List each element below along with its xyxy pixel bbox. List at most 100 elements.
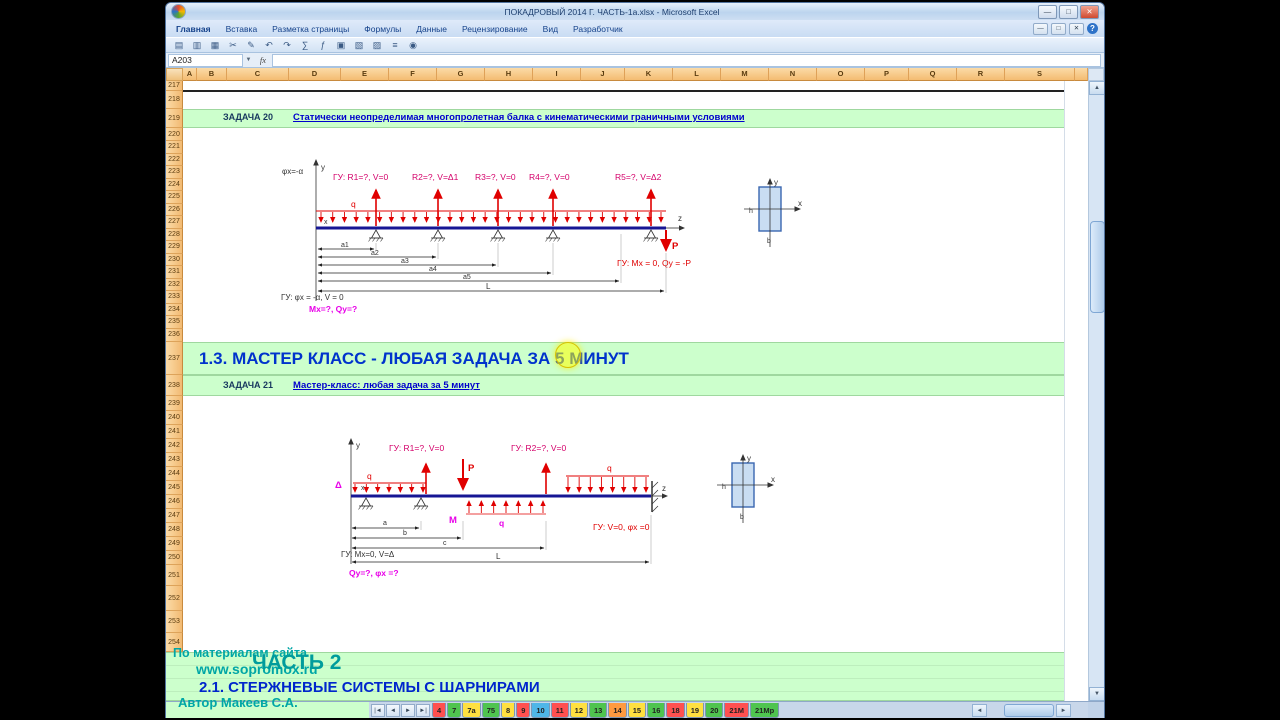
row-header-250[interactable]: 250 [166, 551, 183, 565]
row-header-221[interactable]: 221 [166, 141, 183, 154]
name-box[interactable]: A203 [168, 54, 243, 67]
sheet-nav-3-icon[interactable]: ► [401, 704, 415, 717]
minimize-button[interactable]: — [1038, 5, 1057, 19]
ribbon-tab-8[interactable]: Разработчик [573, 24, 623, 34]
sheet-tab-15[interactable]: 15 [628, 703, 646, 718]
row-header-226[interactable]: 226 [166, 204, 183, 217]
hscroll-left-icon[interactable]: ◄ [972, 704, 987, 717]
workbook-close-button[interactable]: ✕ [1069, 23, 1084, 35]
row-header-233[interactable]: 233 [166, 291, 183, 304]
row-header-236[interactable]: 236 [166, 329, 183, 343]
chart-icon[interactable]: ▧ [352, 39, 366, 52]
ribbon-tab-7[interactable]: Вид [543, 24, 558, 34]
column-header-N[interactable]: N [769, 68, 817, 81]
row-header-224[interactable]: 224 [166, 179, 183, 192]
sheet-tab-18[interactable]: 18 [666, 703, 684, 718]
row-header-232[interactable]: 232 [166, 279, 183, 292]
row-header-230[interactable]: 230 [166, 254, 183, 267]
fx-icon[interactable]: fx [254, 55, 272, 65]
row-header-240[interactable]: 240 [166, 411, 183, 425]
column-header-E[interactable]: E [341, 68, 389, 81]
sheet-tab-14[interactable]: 14 [608, 703, 626, 718]
column-header-G[interactable]: G [437, 68, 485, 81]
row-header-223[interactable]: 223 [166, 166, 183, 179]
scroll-down-icon[interactable]: ▼ [1089, 687, 1105, 701]
sheet-tab-13[interactable]: 13 [589, 703, 607, 718]
column-header-P[interactable]: P [865, 68, 909, 81]
undo-icon[interactable]: ↶ [262, 39, 276, 52]
row-header-220[interactable]: 220 [166, 128, 183, 141]
ribbon-tab-2[interactable]: Вставка [226, 24, 258, 34]
row-header-219[interactable]: 219 [166, 109, 183, 128]
sheet-tab-21М[interactable]: 21М [724, 703, 749, 718]
row-header-239[interactable]: 239 [166, 396, 183, 411]
fill-icon[interactable]: ▨ [370, 39, 384, 52]
ribbon-tab-3[interactable]: Разметка страницы [272, 24, 349, 34]
column-header-C[interactable]: C [227, 68, 289, 81]
column-header-Q[interactable]: Q [909, 68, 957, 81]
row-header-245[interactable]: 245 [166, 481, 183, 495]
column-header-I[interactable]: I [533, 68, 581, 81]
ribbon-tab-1[interactable]: Главная [176, 24, 211, 34]
function-icon[interactable]: ƒ [316, 39, 330, 52]
row-header-234[interactable]: 234 [166, 304, 183, 317]
row-header-238[interactable]: 238 [166, 375, 183, 396]
row-header-246[interactable]: 246 [166, 495, 183, 509]
workbook-minimize-button[interactable]: — [1033, 23, 1048, 35]
print-icon[interactable]: ▦ [208, 39, 222, 52]
maximize-button[interactable]: □ [1059, 5, 1078, 19]
row-header-228[interactable]: 228 [166, 229, 183, 242]
sheet-tab-7а[interactable]: 7а [462, 703, 480, 718]
row-header-227[interactable]: 227 [166, 216, 183, 229]
borders-icon[interactable]: ▣ [334, 39, 348, 52]
column-header-H[interactable]: H [485, 68, 533, 81]
column-header-D[interactable]: D [289, 68, 341, 81]
ribbon-tab-4[interactable]: Формулы [364, 24, 401, 34]
workbook-restore-button[interactable]: □ [1051, 23, 1066, 35]
scroll-up-icon[interactable]: ▲ [1089, 81, 1105, 95]
ribbon-tab-6[interactable]: Рецензирование [462, 24, 528, 34]
column-header-A[interactable]: A [183, 68, 197, 81]
sheet-tab-16[interactable]: 16 [647, 703, 665, 718]
ribbon-tab-5[interactable]: Данные [416, 24, 447, 34]
office-button-icon[interactable] [171, 4, 186, 19]
edit-icon[interactable]: ✎ [244, 39, 258, 52]
column-header-F[interactable]: F [389, 68, 437, 81]
row-header-217[interactable]: 217 [166, 81, 183, 91]
vertical-scrollbar[interactable]: ▲ ▼ [1088, 81, 1104, 701]
column-header-K[interactable]: K [625, 68, 673, 81]
row-header-248[interactable]: 248 [166, 523, 183, 537]
list-icon[interactable]: ≡ [388, 39, 402, 52]
close-button[interactable]: ✕ [1080, 5, 1099, 19]
sheet-tab-21Мр[interactable]: 21Мр [750, 703, 779, 718]
sheet-tab-19[interactable]: 19 [686, 703, 704, 718]
cut-icon[interactable]: ✂ [226, 39, 240, 52]
save-icon[interactable]: ▥ [190, 39, 204, 52]
task21-label[interactable]: ЗАДАЧА 21 [223, 380, 273, 390]
autosum-icon[interactable]: ∑ [298, 39, 312, 52]
sheet-tab-75[interactable]: 75 [482, 703, 500, 718]
row-header-218[interactable]: 218 [166, 91, 183, 109]
formula-input[interactable] [272, 54, 1101, 67]
sheet-tab-11[interactable]: 11 [551, 703, 569, 718]
column-header-L[interactable]: L [673, 68, 721, 81]
vertical-scroll-thumb[interactable] [1090, 221, 1105, 313]
sheet-tab-7[interactable]: 7 [447, 703, 461, 718]
resize-grip[interactable] [1088, 702, 1104, 718]
sheet-nav-1-icon[interactable]: |◄ [371, 704, 385, 717]
row-header-241[interactable]: 241 [166, 425, 183, 439]
row-header-242[interactable]: 242 [166, 439, 183, 453]
row-header-251[interactable]: 251 [166, 565, 183, 586]
redo-icon[interactable]: ↷ [280, 39, 294, 52]
column-header-B[interactable]: B [197, 68, 227, 81]
sheet-tab-8[interactable]: 8 [501, 703, 515, 718]
row-header-249[interactable]: 249 [166, 537, 183, 551]
sheet-tab-10[interactable]: 10 [531, 703, 549, 718]
task20-label[interactable]: ЗАДАЧА 20 [223, 112, 273, 122]
task21-title-link[interactable]: Мастер-класс: любая задача за 5 минут [293, 380, 480, 391]
horizontal-scroll-thumb[interactable] [1004, 704, 1054, 717]
row-header-225[interactable]: 225 [166, 191, 183, 204]
column-header-O[interactable]: O [817, 68, 865, 81]
column-header-R[interactable]: R [957, 68, 1005, 81]
sheet-tab-9[interactable]: 9 [516, 703, 530, 718]
